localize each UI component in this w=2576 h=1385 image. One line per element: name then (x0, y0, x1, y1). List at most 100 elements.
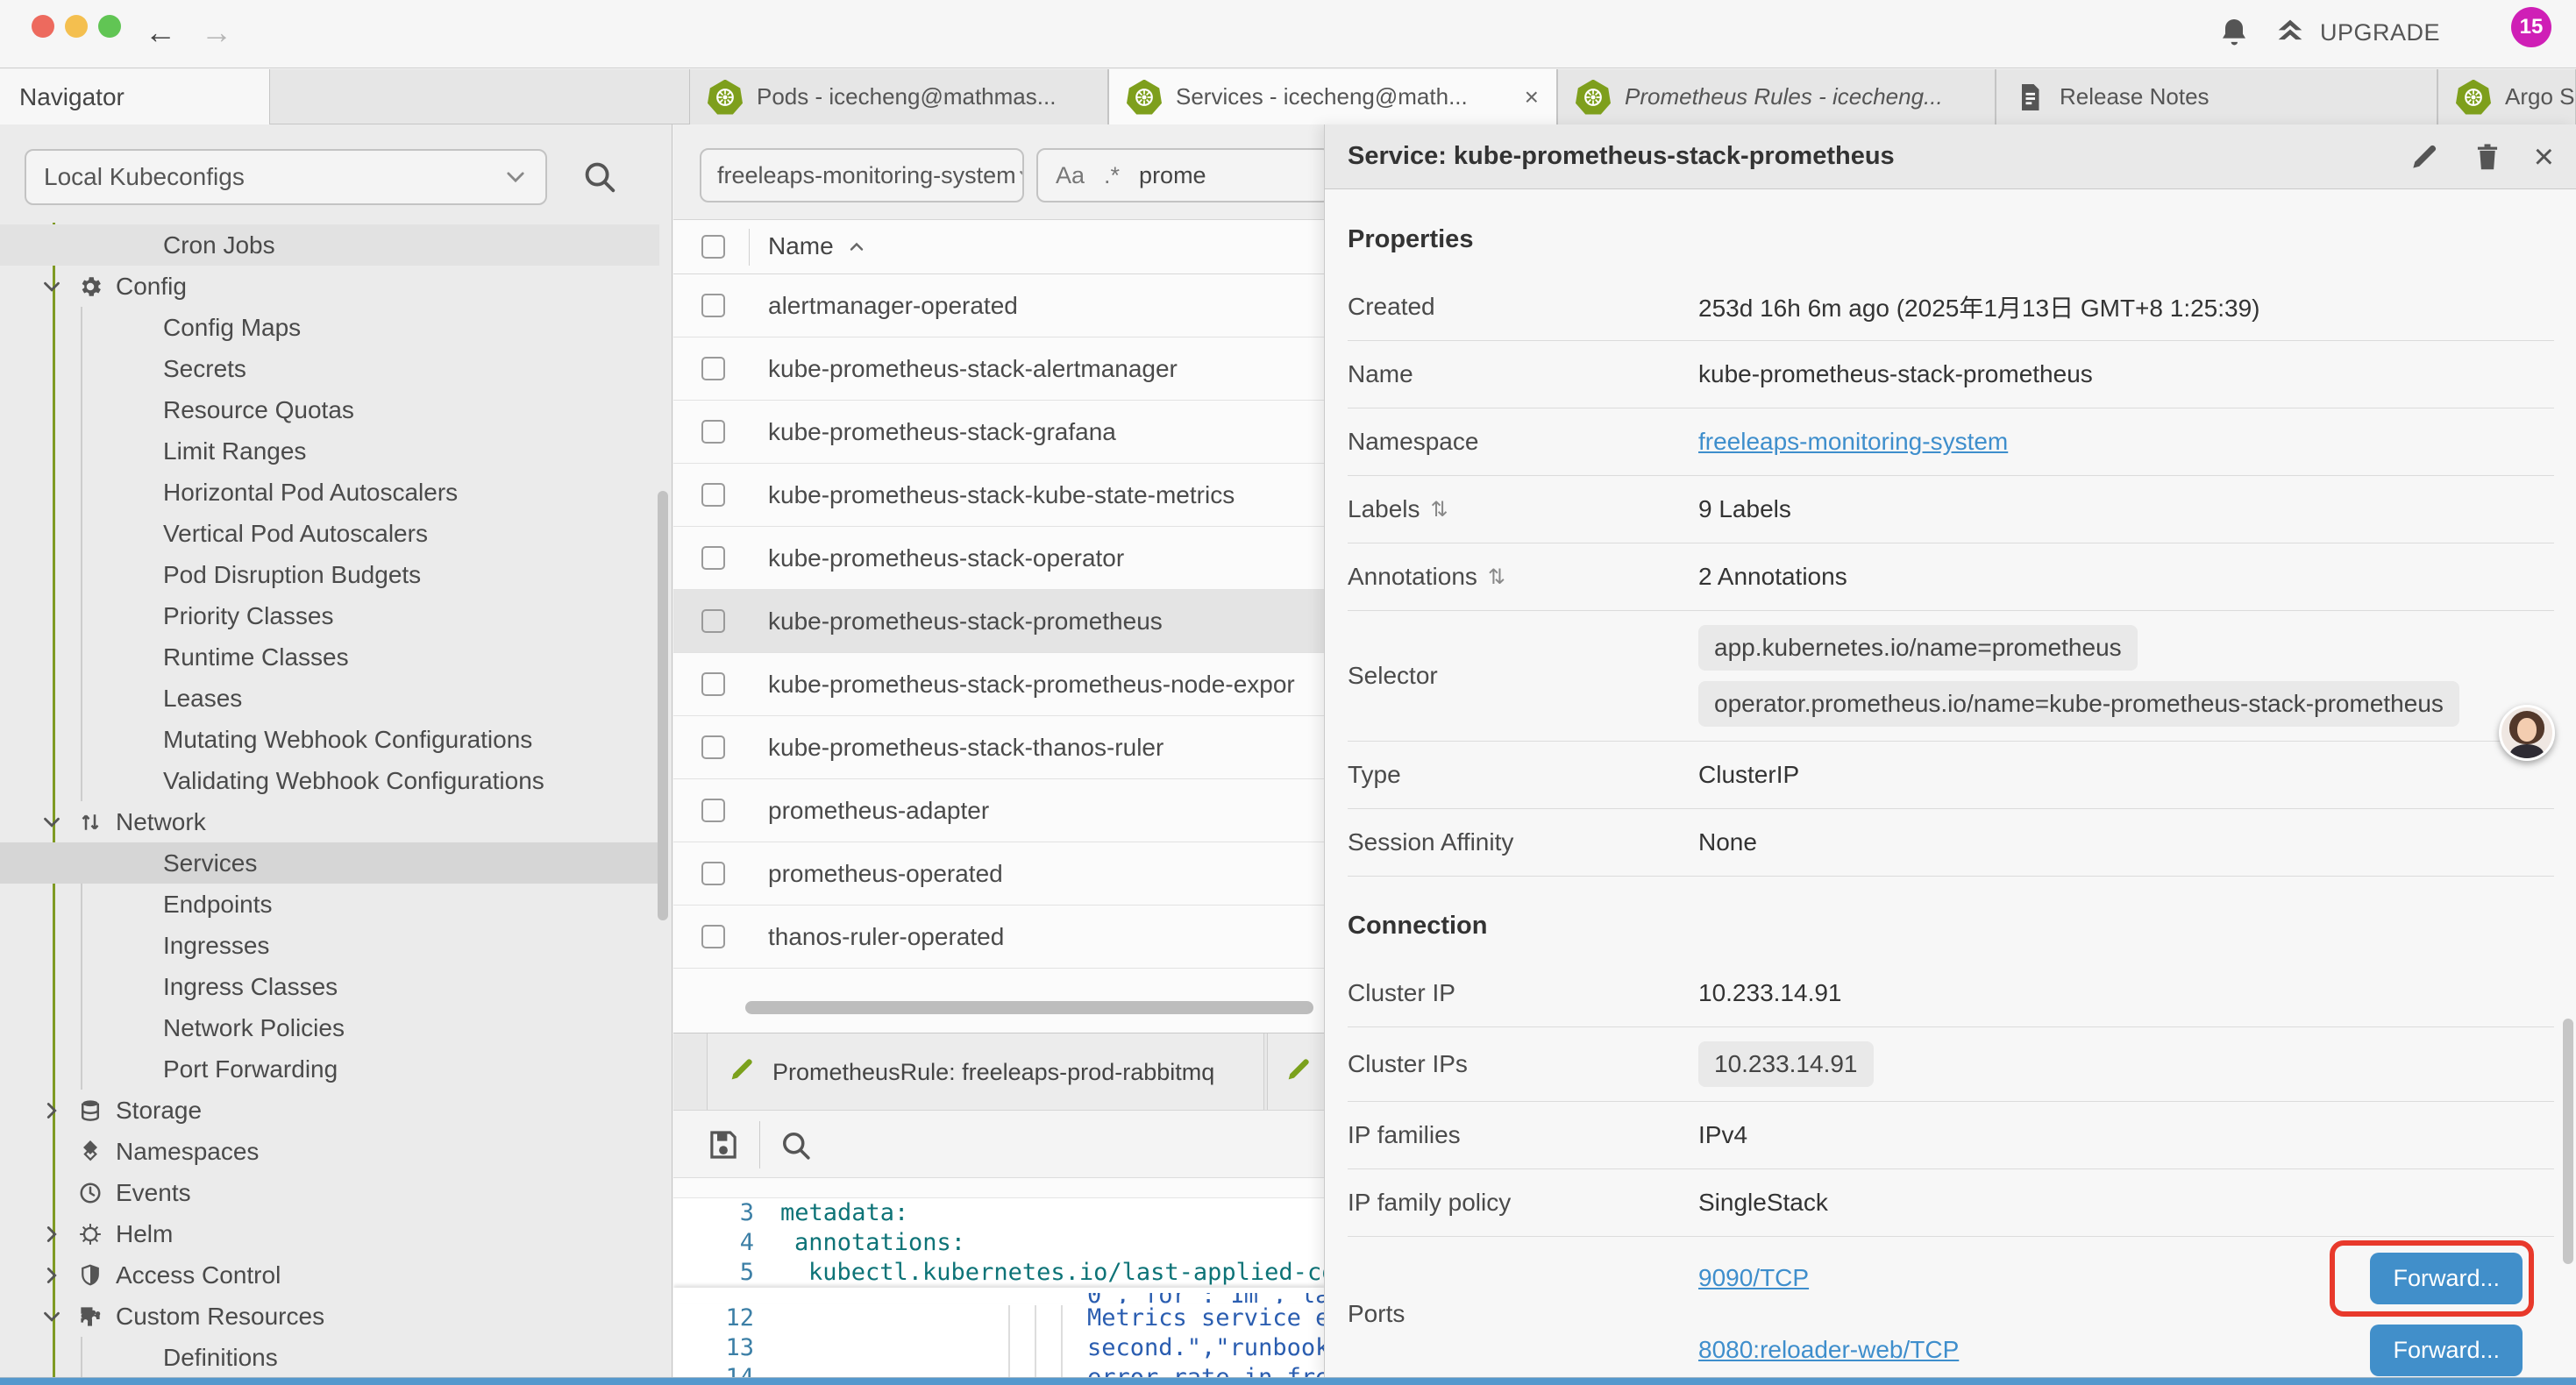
namespace-filter[interactable]: freeleaps-monitoring-system (700, 148, 1024, 202)
sidebar-item-namespaces[interactable]: Namespaces (0, 1131, 659, 1172)
namespace-link[interactable]: freeleaps-monitoring-system (1698, 428, 2008, 455)
sidebar-item-ingresses[interactable]: Ingresses (0, 925, 659, 966)
forward-button[interactable]: Forward... (2370, 1253, 2523, 1304)
editor-tab-1[interactable]: Pods - icecheng@mathmas... (689, 69, 1108, 124)
horizontal-scrollbar[interactable] (745, 1001, 1313, 1014)
row-checkbox[interactable] (701, 294, 725, 317)
editor-line-5[interactable]: 5kubectl.kubernetes.io/last-applied-conf… (673, 1258, 1326, 1288)
sidebar-item-events[interactable]: Events (0, 1172, 659, 1213)
sidebar-item-mutating-webhook-configurations[interactable]: Mutating Webhook Configurations (0, 719, 659, 760)
list-search-input[interactable]: Aa .* prome (1036, 148, 1331, 202)
maximize-window-button[interactable] (98, 15, 121, 38)
editor-line-4[interactable]: 4annotations: (673, 1228, 1326, 1258)
close-icon[interactable]: × (2534, 140, 2554, 174)
row-checkbox[interactable] (701, 483, 725, 507)
sort-icon[interactable]: ⇅ (1431, 497, 1448, 522)
row-checkbox[interactable] (701, 357, 725, 380)
sidebar-item-pod-disruption-budgets[interactable]: Pod Disruption Budgets (0, 554, 659, 595)
sidebar-item-leases[interactable]: Leases (0, 678, 659, 719)
table-row[interactable]: kube-prometheus-stack-alertmanager (673, 337, 1326, 401)
sidebar-item-network-policies[interactable]: Network Policies (0, 1007, 659, 1048)
kubeconfig-selector[interactable]: Local Kubeconfigs (25, 149, 547, 205)
editor-tab-prometheusrule[interactable]: PrometheusRule: freeleaps-prod-rabbitmq (707, 1033, 1264, 1111)
edit-pencil-icon[interactable] (2408, 140, 2441, 174)
editor-tab-next-partial[interactable] (1267, 1033, 1326, 1111)
sidebar-item-endpoints[interactable]: Endpoints (0, 884, 659, 925)
sidebar-item-services[interactable]: Services (0, 842, 659, 884)
yaml-editor[interactable]: 3metadata:4annotations:5kubectl.kubernet… (673, 1197, 1326, 1378)
row-checkbox[interactable] (701, 420, 725, 444)
table-row[interactable]: alertmanager-operated (673, 274, 1326, 337)
sidebar-item-validating-webhook-configurations[interactable]: Validating Webhook Configurations (0, 760, 659, 801)
row-checkbox[interactable] (701, 799, 725, 822)
sidebar-item-storage[interactable]: Storage (0, 1090, 659, 1131)
match-case-toggle[interactable]: Aa (1056, 162, 1085, 189)
sidebar-item-resource-quotas[interactable]: Resource Quotas (0, 389, 659, 430)
sidebar-item-config[interactable]: Config (0, 266, 659, 307)
editor-line-3[interactable]: 3metadata: (673, 1198, 1326, 1228)
table-row[interactable]: prometheus-adapter (673, 779, 1326, 842)
editor-tab-4[interactable]: Release Notes (1996, 69, 2437, 124)
sidebar-item-secrets[interactable]: Secrets (0, 348, 659, 389)
sidebar-item-cron-jobs[interactable]: Cron Jobs (0, 224, 659, 266)
name-column-header[interactable]: Name (768, 232, 867, 260)
drawer-scrollbar[interactable] (2563, 1019, 2573, 1264)
navigator-tab[interactable]: Navigator (0, 69, 270, 124)
table-row[interactable]: kube-prometheus-stack-thanos-ruler (673, 716, 1326, 779)
sidebar-item-limit-ranges[interactable]: Limit Ranges (0, 430, 659, 472)
editor-line-13[interactable]: 13second.","runbook_url":"https://net (673, 1333, 1326, 1363)
forward-button[interactable]: → (195, 11, 238, 54)
table-row[interactable]: prometheus-operated (673, 842, 1326, 906)
user-avatar[interactable] (2499, 705, 2555, 761)
regex-toggle[interactable]: .* (1104, 162, 1120, 189)
notification-badge[interactable]: 15 (2511, 7, 2551, 47)
row-checkbox[interactable] (701, 925, 725, 948)
editor-tab-3[interactable]: Prometheus Rules - icecheng... (1557, 69, 1996, 124)
upgrade-button[interactable]: UPGRADE (2320, 19, 2440, 46)
sidebar-item-helm[interactable]: Helm (0, 1213, 659, 1254)
sidebar-item-custom-resources[interactable]: Custom Resources (0, 1296, 659, 1337)
sidebar-item-vertical-pod-autoscalers[interactable]: Vertical Pod Autoscalers (0, 513, 659, 554)
select-all-checkbox[interactable] (701, 235, 725, 259)
editor-line-14[interactable]: 14error rate in freeleaps metrics ser (673, 1363, 1326, 1378)
sidebar-item-priority-classes[interactable]: Priority Classes (0, 595, 659, 636)
sidebar-item-port-forwarding[interactable]: Port Forwarding (0, 1048, 659, 1090)
editor-tab-2[interactable]: Services - icecheng@math...× (1108, 69, 1557, 124)
sidebar-item-horizontal-pod-autoscalers[interactable]: Horizontal Pod Autoscalers (0, 472, 659, 513)
table-row[interactable]: kube-prometheus-stack-kube-state-metrics (673, 464, 1326, 527)
bell-icon[interactable] (2217, 15, 2252, 50)
sidebar-item-config-maps[interactable]: Config Maps (0, 307, 659, 348)
table-row[interactable]: kube-prometheus-stack-prometheus (673, 590, 1326, 653)
sidebar-item-ingress-classes[interactable]: Ingress Classes (0, 966, 659, 1007)
table-row[interactable]: kube-prometheus-stack-grafana (673, 401, 1326, 464)
back-button[interactable]: ← (139, 11, 182, 54)
row-checkbox[interactable] (701, 546, 725, 570)
sidebar-scrollbar[interactable] (658, 491, 668, 920)
table-row[interactable]: thanos-ruler-operated (673, 906, 1326, 969)
minimize-window-button[interactable] (65, 15, 88, 38)
delete-trash-icon[interactable] (2471, 140, 2504, 174)
editor-line-clipped[interactable]: 0","for":"1m","labels":{"service":" (673, 1288, 1326, 1303)
close-tab-icon[interactable]: × (1516, 83, 1539, 111)
sort-icon[interactable]: ⇅ (1488, 565, 1505, 590)
editor-line-12[interactable]: 12Metrics service error rate is {{ $va (673, 1303, 1326, 1333)
forward-button[interactable]: Forward... (2370, 1325, 2523, 1376)
port-link[interactable]: 8080:reloader-web/TCP (1698, 1336, 1959, 1364)
table-row[interactable]: kube-prometheus-stack-operator (673, 527, 1326, 590)
row-checkbox[interactable] (701, 672, 725, 696)
editor-search-icon[interactable] (777, 1126, 814, 1163)
port-link[interactable]: 9090/TCP (1698, 1264, 1809, 1292)
row-checkbox[interactable] (701, 609, 725, 633)
row-checkbox[interactable] (701, 735, 725, 759)
close-window-button[interactable] (32, 15, 54, 38)
sidebar-item-network[interactable]: Network (0, 801, 659, 842)
sidebar-item-runtime-classes[interactable]: Runtime Classes (0, 636, 659, 678)
table-row[interactable]: kube-prometheus-stack-prometheus-node-ex… (673, 653, 1326, 716)
sidebar-item-access-control[interactable]: Access Control (0, 1254, 659, 1296)
search-icon[interactable] (579, 156, 619, 196)
sidebar-item-definitions[interactable]: Definitions (0, 1337, 659, 1378)
editor-tab-5[interactable]: Argo Se (2437, 69, 2576, 124)
upgrade-icon[interactable] (2273, 14, 2308, 49)
save-icon[interactable] (705, 1126, 742, 1163)
row-checkbox[interactable] (701, 862, 725, 885)
